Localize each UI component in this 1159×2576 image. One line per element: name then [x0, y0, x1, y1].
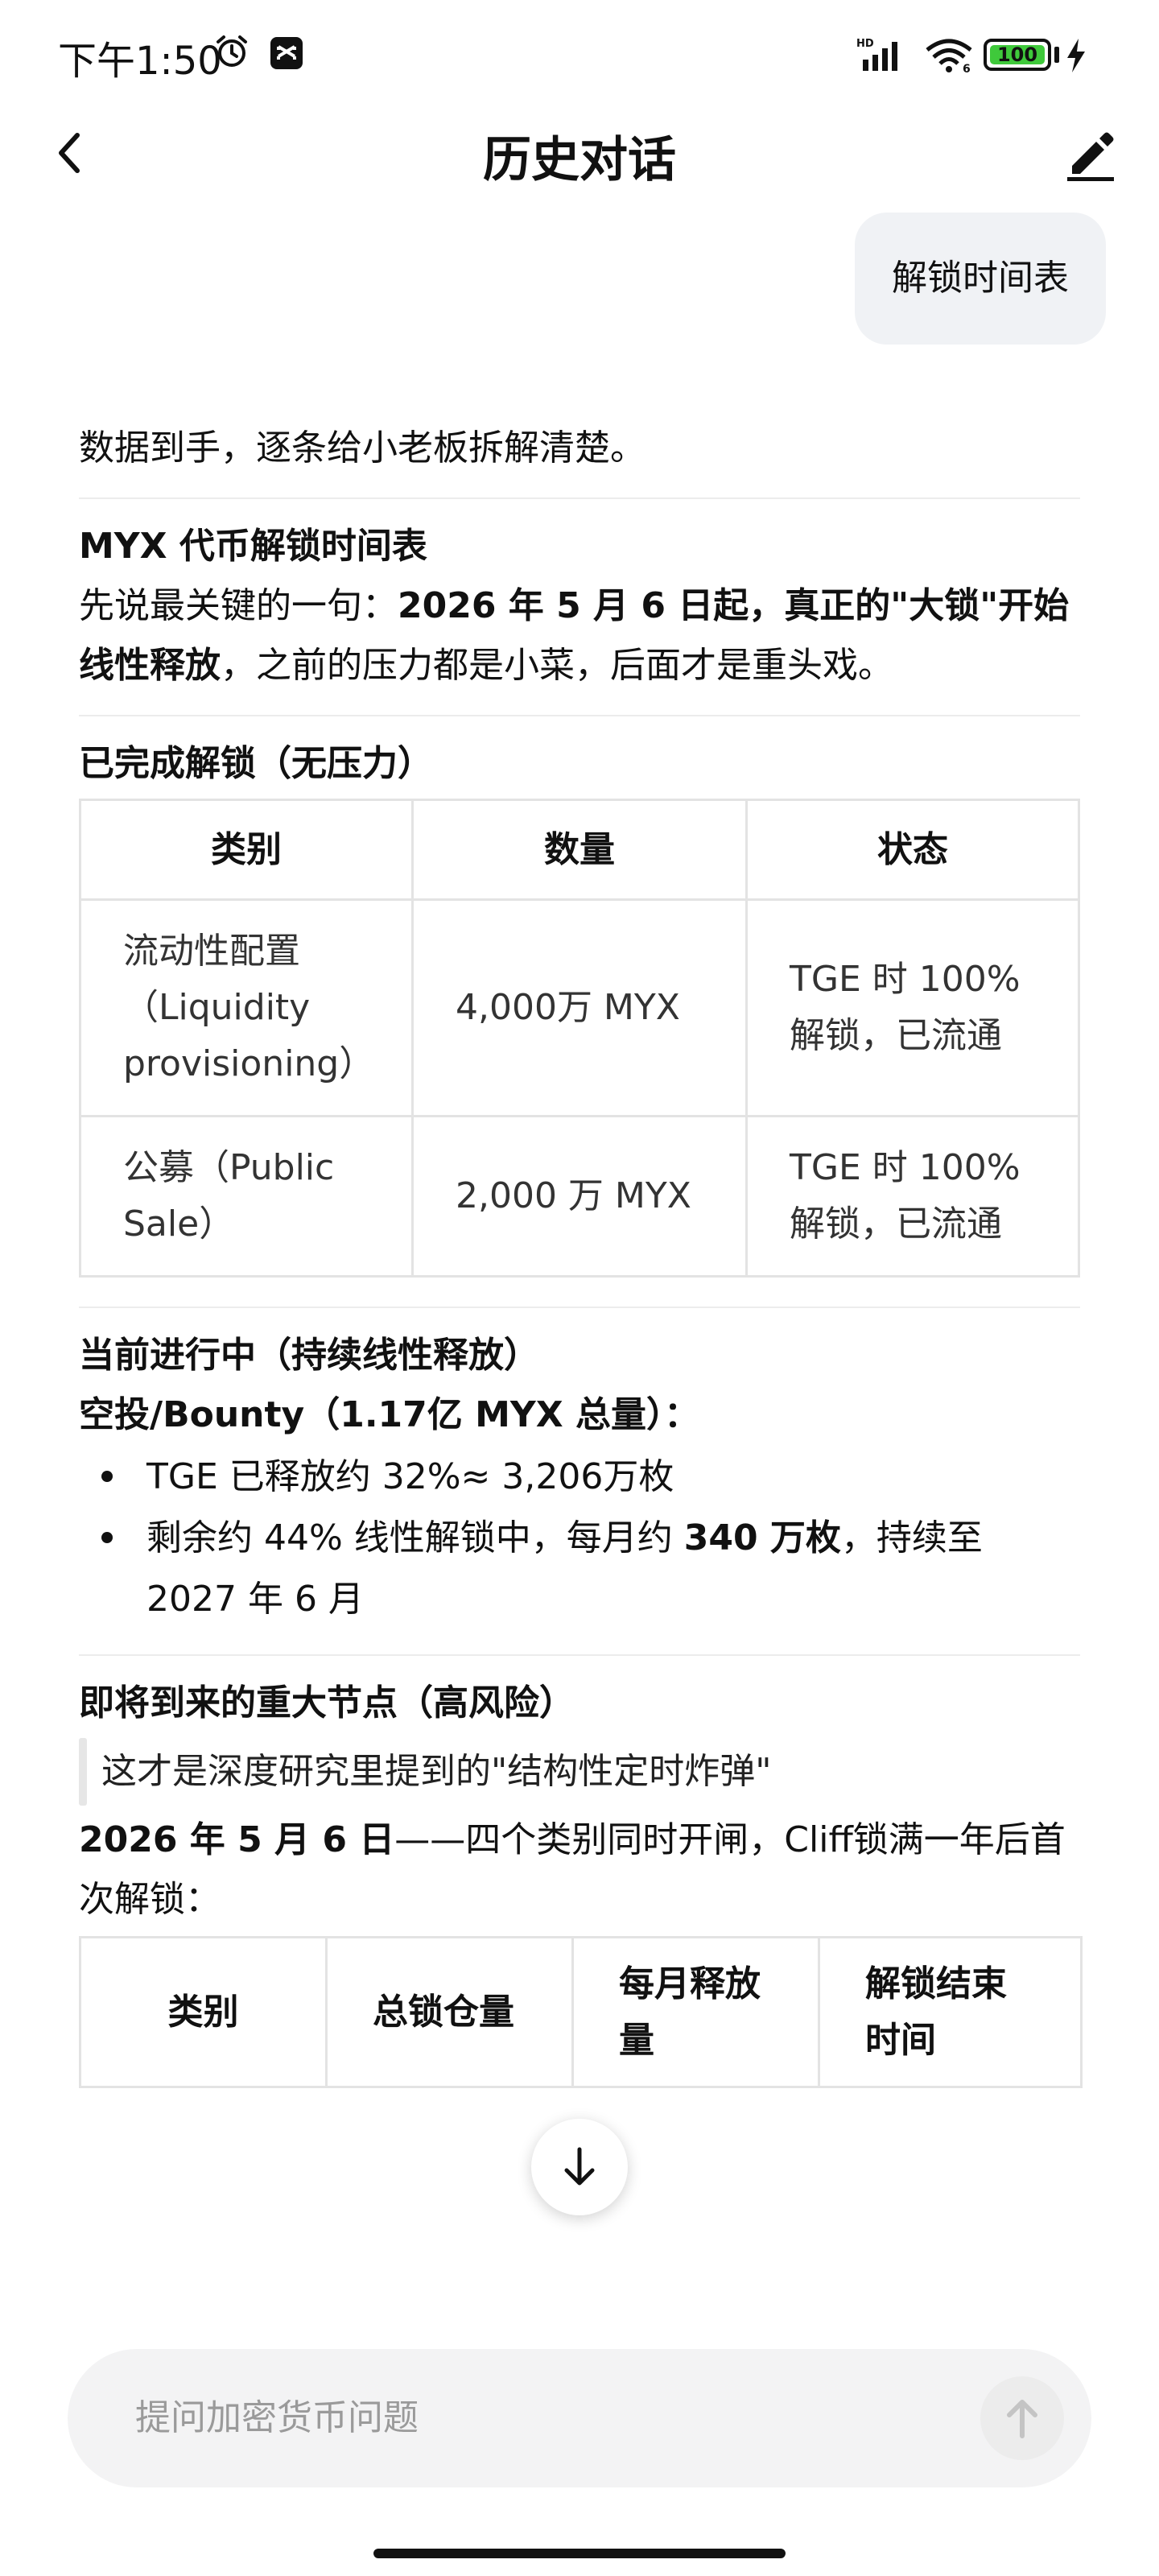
battery-tip: [1054, 47, 1059, 63]
scroll-to-bottom-button[interactable]: [531, 2119, 628, 2215]
divider: [79, 497, 1080, 499]
table-cell-status: TGE 时 100% 解锁，已流通: [745, 1115, 1080, 1278]
ongoing-subtitle: 空投/Bounty（1.17亿 MYX 总量）：: [79, 1394, 699, 1435]
table-cell-amount: 2,000 万 MYX: [410, 1115, 749, 1278]
page-title: 历史对话: [483, 132, 676, 188]
table-cell-category: 流动性配置（Liquidity provisioning）: [79, 898, 414, 1117]
table-header-cell: 类别: [79, 799, 414, 901]
header: 历史对话: [0, 105, 1159, 201]
table-header-row: 类别 数量 状态: [79, 799, 1080, 901]
wifi-label: 6: [963, 63, 971, 74]
cellular-signal-icon: HD: [856, 38, 897, 71]
divider: [79, 1654, 1080, 1656]
arrow-up-icon: [1007, 2400, 1037, 2438]
ongoing-section-title: 当前进行中（持续线性释放）: [79, 1335, 539, 1376]
table-header-cell: 总锁仓量: [325, 1936, 574, 2088]
wifi-icon: 6: [926, 39, 972, 74]
arrow-down-icon: [564, 2147, 595, 2186]
blockquote: 这才是深度研究里提到的"结构性定时炸弹": [79, 1738, 1080, 1806]
message-input-bar: [68, 2349, 1091, 2487]
table-header-cell: 解锁结束时间: [818, 1936, 1083, 2088]
answer-title: MYX 代币解锁时间表: [79, 526, 427, 567]
table-header-cell: 状态: [745, 799, 1080, 901]
table-header-cell: 数量: [410, 799, 749, 901]
message-input[interactable]: [135, 2349, 940, 2487]
list-item: TGE 已释放约 32%≈ 3,206万枚: [79, 1447, 1080, 1508]
battery-level: 100: [996, 43, 1038, 66]
signal-hd-label: HD: [856, 38, 874, 50]
alarm-icon: [217, 35, 247, 67]
table-cell-category: 公募（Public Sale）: [79, 1115, 414, 1278]
upcoming-unlock-table: 类别 总锁仓量 每月释放量 解锁结束时间: [79, 1936, 1083, 2088]
new-chat-edit-icon[interactable]: [1061, 124, 1119, 182]
table-cell-status: TGE 时 100% 解锁，已流通: [745, 898, 1080, 1117]
table-row: 公募（Public Sale） 2,000 万 MYX TGE 时 100% 解…: [79, 1115, 1080, 1278]
ongoing-bullet-list: TGE 已释放约 32%≈ 3,206万枚 剩余约 44% 线性解锁中，每月约 …: [79, 1447, 1080, 1630]
divider: [79, 715, 1080, 716]
key-sentence: 先说最关键的一句：2026 年 5 月 6 日起，真正的"大锁"开始线性释放，之…: [79, 585, 1070, 686]
upcoming-date-line: 2026 年 5 月 6 日——四个类别同时开闸，Cliff锁满一年后首次解锁：: [79, 1819, 1066, 1920]
battery-icon: 100: [984, 39, 1051, 71]
table-row: 流动性配置（Liquidity provisioning） 4,000万 MYX…: [79, 898, 1080, 1117]
completed-unlock-table: 类别 数量 状态 流动性配置（Liquidity provisioning） 4…: [79, 799, 1080, 1278]
capcut-app-icon: [270, 37, 303, 69]
table-header-cell: 类别: [79, 1936, 328, 2088]
upcoming-section-title: 即将到来的重大节点（高风险）: [79, 1682, 575, 1724]
table-cell-amount: 4,000万 MYX: [410, 898, 749, 1117]
list-item: 剩余约 44% 线性解锁中，每月约 340 万枚，持续至 2027 年 6 月: [79, 1508, 1080, 1630]
status-bar: 下午1:50 HD 6 100: [0, 0, 1159, 105]
charging-bolt-icon: [1067, 39, 1085, 72]
user-message-bubble: 解锁时间表: [855, 213, 1106, 345]
home-indicator[interactable]: [373, 2549, 786, 2558]
table-header-cell: 每月释放量: [571, 1936, 820, 2088]
chat-area[interactable]: 解锁时间表 数据到手，逐条给小老板拆解清楚。 MYX 代币解锁时间表 先说最关键…: [0, 201, 1159, 2310]
answer-intro: 数据到手，逐条给小老板拆解清楚。: [79, 427, 645, 469]
completed-section-title: 已完成解锁（无压力）: [79, 743, 433, 784]
table-header-row: 类别 总锁仓量 每月释放量 解锁结束时间: [79, 1936, 1083, 2088]
assistant-answer: 数据到手，逐条给小老板拆解清楚。 MYX 代币解锁时间表 先说最关键的一句：20…: [79, 419, 1083, 2088]
status-time: 下午1:50: [58, 39, 222, 84]
send-button[interactable]: [980, 2376, 1064, 2460]
divider: [79, 1307, 1080, 1308]
